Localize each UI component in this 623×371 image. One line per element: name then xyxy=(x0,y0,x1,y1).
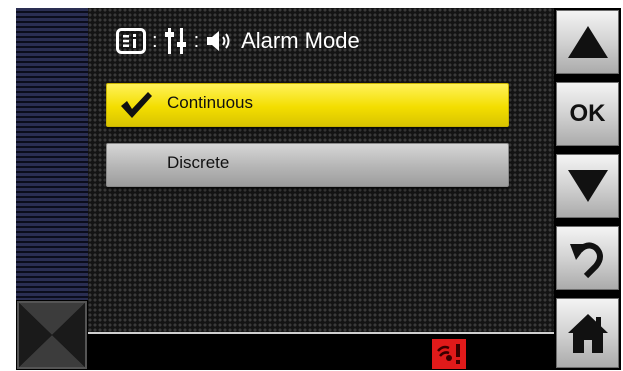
back-arrow-icon xyxy=(569,242,603,279)
menu-content: : : Alarm Mode Continuous Discrete xyxy=(88,8,554,332)
device-screen: : : Alarm Mode Continuous Discrete OK xyxy=(16,8,621,370)
breadcrumb-header: : : Alarm Mode xyxy=(116,26,360,56)
separator: : xyxy=(193,29,200,52)
down-arrow-icon xyxy=(567,170,608,202)
up-button[interactable] xyxy=(556,10,619,74)
option-label: Continuous xyxy=(167,93,254,112)
left-corner-button[interactable] xyxy=(16,300,88,370)
navigation-buttons: OK xyxy=(554,8,621,370)
alarm-bell-icon xyxy=(432,339,466,369)
status-bar xyxy=(88,332,554,370)
down-button[interactable] xyxy=(556,154,619,218)
separator: : xyxy=(152,29,158,52)
menu-info-icon xyxy=(116,28,146,54)
left-stripe-panel xyxy=(16,8,88,300)
option-discrete[interactable]: Discrete xyxy=(106,143,509,187)
page-title: Alarm Mode xyxy=(241,28,360,53)
option-continuous[interactable]: Continuous xyxy=(106,83,509,127)
option-label: Discrete xyxy=(167,153,230,172)
settings-sliders-icon xyxy=(164,27,188,55)
up-arrow-icon xyxy=(567,26,608,58)
hourglass-icon xyxy=(16,300,88,370)
home-button[interactable] xyxy=(556,298,619,368)
ok-button[interactable]: OK xyxy=(556,82,619,146)
back-button[interactable] xyxy=(556,226,619,290)
ok-label: OK xyxy=(569,100,606,127)
checkmark-icon xyxy=(119,90,153,125)
speaker-icon xyxy=(205,30,235,52)
home-icon xyxy=(567,314,608,353)
